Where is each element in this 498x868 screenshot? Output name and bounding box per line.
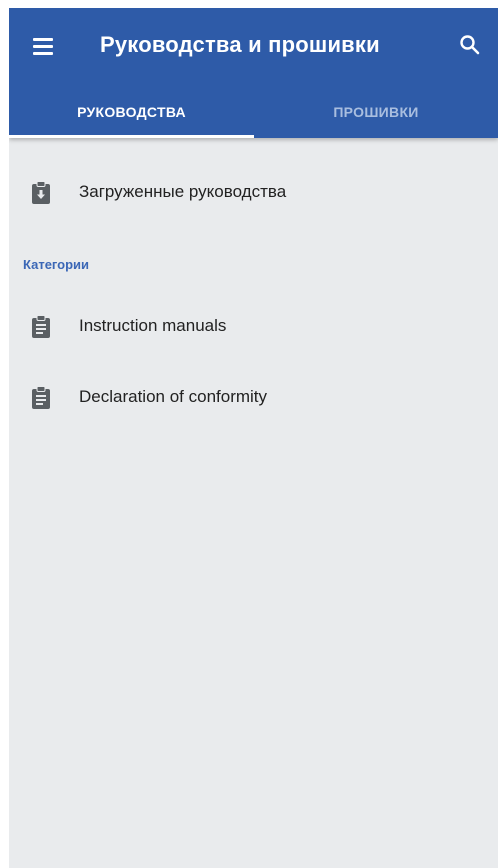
category-label: Instruction manuals <box>79 316 227 335</box>
hamburger-menu-icon[interactable] <box>33 38 53 55</box>
clipboard-text-icon <box>31 386 51 410</box>
active-tab-indicator <box>9 135 254 138</box>
clipboard-text-icon <box>31 315 51 339</box>
search-icon[interactable] <box>459 34 481 56</box>
app-bar: Руководства и прошивки РУКОВОДСТВА ПРОШИ… <box>9 8 498 138</box>
categories-header: Категории <box>23 257 90 272</box>
tab-manuals[interactable]: РУКОВОДСТВА <box>9 86 254 138</box>
app-screen: Руководства и прошивки РУКОВОДСТВА ПРОШИ… <box>9 8 498 868</box>
category-item-declaration-of-conformity[interactable]: Declaration of conformity <box>9 369 498 429</box>
downloaded-manuals-item[interactable]: Загруженные руководства <box>9 164 498 224</box>
page-title: Руководства и прошивки <box>100 32 380 57</box>
tab-firmware[interactable]: ПРОШИВКИ <box>254 86 498 138</box>
clipboard-download-icon <box>31 181 51 205</box>
category-label: Declaration of conformity <box>79 387 268 406</box>
tab-bar: РУКОВОДСТВА ПРОШИВКИ <box>9 86 498 138</box>
category-item-instruction-manuals[interactable]: Instruction manuals <box>9 298 498 358</box>
downloaded-manuals-label: Загруженные руководства <box>79 182 287 201</box>
